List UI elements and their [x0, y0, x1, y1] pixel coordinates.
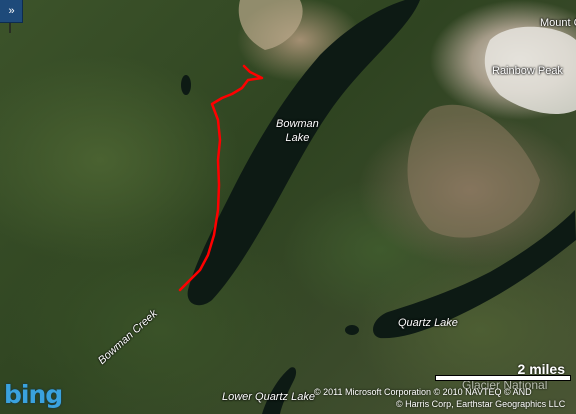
label-rainbow-peak: Rainbow Peak	[492, 65, 563, 77]
copyright-notice: © 2011 Microsoft Corporation © 2010 NAVT…	[314, 386, 565, 410]
copyright-line-2: © Harris Corp, Earthstar Geographics LLC	[396, 399, 566, 409]
rocky-slope	[407, 104, 540, 238]
rocky-ridge	[238, 0, 303, 50]
small-pond	[345, 325, 359, 335]
label-quartz-lake: Quartz Lake	[398, 317, 458, 329]
scale-bar-line	[435, 375, 571, 381]
label-mount-c: Mount C	[540, 17, 576, 29]
map-terrain-layer	[178, 0, 576, 414]
bing-logo[interactable]: bing	[4, 380, 63, 409]
scale-bar: 2 miles	[435, 361, 571, 381]
satellite-map[interactable]: Bowman Lake Rainbow Peak Mount C Quartz …	[0, 0, 576, 414]
bowman-lake	[187, 0, 420, 306]
double-chevron-right-icon: »	[8, 5, 14, 17]
expand-panel-button[interactable]: »	[0, 0, 23, 23]
copyright-line-1: © 2011 Microsoft Corporation © 2010 NAVT…	[314, 387, 532, 397]
label-lower-quartz-lake: Lower Quartz Lake	[222, 391, 315, 403]
label-bowman-lake: Bowman Lake	[276, 118, 319, 144]
small-pond	[181, 75, 191, 95]
